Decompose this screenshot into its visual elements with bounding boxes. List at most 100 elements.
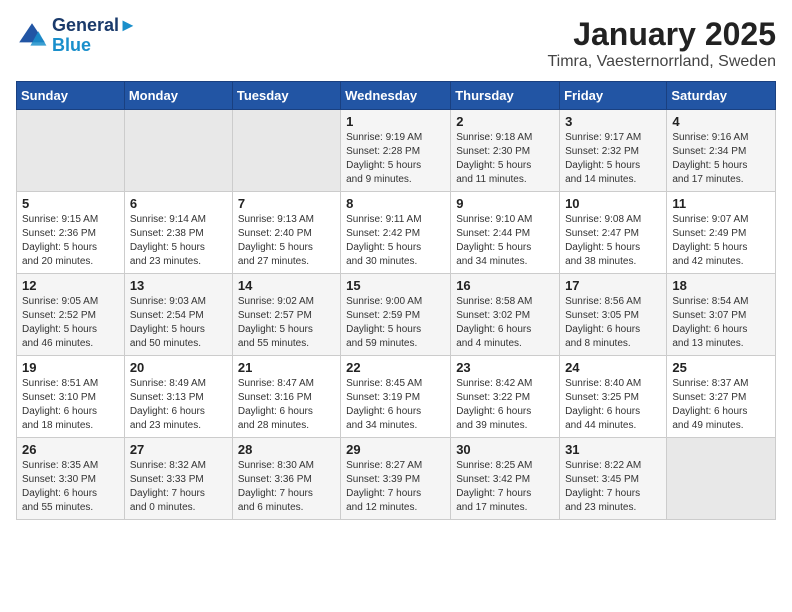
day-info: Sunrise: 8:56 AM Sunset: 3:05 PM Dayligh… <box>565 295 661 351</box>
day-number: 16 <box>456 278 554 293</box>
day-number: 13 <box>130 278 227 293</box>
day-info: Sunrise: 8:49 AM Sunset: 3:13 PM Dayligh… <box>130 377 227 433</box>
calendar-cell: 31 Sunrise: 8:22 AM Sunset: 3:45 PM Dayli… <box>560 438 667 520</box>
day-info: Sunrise: 9:03 AM Sunset: 2:54 PM Dayligh… <box>130 295 227 351</box>
day-number: 28 <box>238 442 335 457</box>
weekday-header: Saturday <box>667 82 776 110</box>
day-number: 10 <box>565 196 661 211</box>
calendar-table: SundayMondayTuesdayWednesdayThursdayFrid… <box>16 81 776 520</box>
day-number: 26 <box>22 442 119 457</box>
day-number: 2 <box>456 114 554 129</box>
day-info: Sunrise: 8:47 AM Sunset: 3:16 PM Dayligh… <box>238 377 335 433</box>
calendar-cell: 9 Sunrise: 9:10 AM Sunset: 2:44 PM Daylig… <box>451 192 560 274</box>
calendar-cell: 12Sunrise: 9:05 AM Sunset: 2:52 PM Dayli… <box>17 274 125 356</box>
logo: General► Blue <box>16 16 137 56</box>
calendar-week-row: 19 Sunrise: 8:51 AM Sunset: 3:10 PM Dayli… <box>17 356 776 438</box>
calendar-body: 1Sunrise: 9:19 AM Sunset: 2:28 PM Daylig… <box>17 110 776 520</box>
calendar-cell: 20 Sunrise: 8:49 AM Sunset: 3:13 PM Dayli… <box>124 356 232 438</box>
calendar-cell: 15 Sunrise: 9:00 AM Sunset: 2:59 PM Dayli… <box>341 274 451 356</box>
logo-icon <box>16 20 48 52</box>
weekday-header: Friday <box>560 82 667 110</box>
day-number: 21 <box>238 360 335 375</box>
calendar-week-row: 5 Sunrise: 9:15 AM Sunset: 2:36 PM Daylig… <box>17 192 776 274</box>
day-info: Sunrise: 8:25 AM Sunset: 3:42 PM Dayligh… <box>456 459 554 515</box>
day-number: 24 <box>565 360 661 375</box>
day-number: 27 <box>130 442 227 457</box>
day-number: 29 <box>346 442 445 457</box>
weekday-header: Tuesday <box>232 82 340 110</box>
page-title: January 2025 <box>547 16 776 53</box>
day-info: Sunrise: 8:32 AM Sunset: 3:33 PM Dayligh… <box>130 459 227 515</box>
day-info: Sunrise: 9:11 AM Sunset: 2:42 PM Dayligh… <box>346 213 445 269</box>
calendar-cell <box>667 438 776 520</box>
day-info: Sunrise: 8:45 AM Sunset: 3:19 PM Dayligh… <box>346 377 445 433</box>
calendar-cell: 1Sunrise: 9:19 AM Sunset: 2:28 PM Daylig… <box>341 110 451 192</box>
calendar-cell: 21 Sunrise: 8:47 AM Sunset: 3:16 PM Dayli… <box>232 356 340 438</box>
day-number: 20 <box>130 360 227 375</box>
day-info: Sunrise: 9:10 AM Sunset: 2:44 PM Dayligh… <box>456 213 554 269</box>
calendar-cell: 22 Sunrise: 8:45 AM Sunset: 3:19 PM Dayli… <box>341 356 451 438</box>
page-subtitle: Timra, Vaesternorrland, Sweden <box>547 53 776 71</box>
calendar-header-row: SundayMondayTuesdayWednesdayThursdayFrid… <box>17 82 776 110</box>
calendar-week-row: 26 Sunrise: 8:35 AM Sunset: 3:30 PM Dayli… <box>17 438 776 520</box>
day-info: Sunrise: 9:08 AM Sunset: 2:47 PM Dayligh… <box>565 213 661 269</box>
day-number: 11 <box>672 196 770 211</box>
calendar-cell: 10 Sunrise: 9:08 AM Sunset: 2:47 PM Dayli… <box>560 192 667 274</box>
calendar-cell: 29 Sunrise: 8:27 AM Sunset: 3:39 PM Dayli… <box>341 438 451 520</box>
day-info: Sunrise: 9:13 AM Sunset: 2:40 PM Dayligh… <box>238 213 335 269</box>
day-number: 7 <box>238 196 335 211</box>
day-number: 14 <box>238 278 335 293</box>
calendar-cell: 27 Sunrise: 8:32 AM Sunset: 3:33 PM Dayli… <box>124 438 232 520</box>
day-info: Sunrise: 9:00 AM Sunset: 2:59 PM Dayligh… <box>346 295 445 351</box>
day-number: 9 <box>456 196 554 211</box>
day-number: 5 <box>22 196 119 211</box>
day-info: Sunrise: 8:42 AM Sunset: 3:22 PM Dayligh… <box>456 377 554 433</box>
calendar-cell: 28 Sunrise: 8:30 AM Sunset: 3:36 PM Dayli… <box>232 438 340 520</box>
day-info: Sunrise: 9:15 AM Sunset: 2:36 PM Dayligh… <box>22 213 119 269</box>
title-block: January 2025 Timra, Vaesternorrland, Swe… <box>547 16 776 71</box>
day-number: 15 <box>346 278 445 293</box>
page-header: General► Blue January 2025 Timra, Vaeste… <box>16 16 776 71</box>
calendar-cell: 14 Sunrise: 9:02 AM Sunset: 2:57 PM Dayli… <box>232 274 340 356</box>
calendar-cell: 13 Sunrise: 9:03 AM Sunset: 2:54 PM Dayli… <box>124 274 232 356</box>
day-info: Sunrise: 8:58 AM Sunset: 3:02 PM Dayligh… <box>456 295 554 351</box>
day-info: Sunrise: 8:35 AM Sunset: 3:30 PM Dayligh… <box>22 459 119 515</box>
calendar-cell: 23 Sunrise: 8:42 AM Sunset: 3:22 PM Dayli… <box>451 356 560 438</box>
day-info: Sunrise: 8:27 AM Sunset: 3:39 PM Dayligh… <box>346 459 445 515</box>
calendar-cell: 26 Sunrise: 8:35 AM Sunset: 3:30 PM Dayli… <box>17 438 125 520</box>
calendar-cell: 7 Sunrise: 9:13 AM Sunset: 2:40 PM Daylig… <box>232 192 340 274</box>
day-info: Sunrise: 9:07 AM Sunset: 2:49 PM Dayligh… <box>672 213 770 269</box>
calendar-cell: 8Sunrise: 9:11 AM Sunset: 2:42 PM Daylig… <box>341 192 451 274</box>
calendar-cell: 5 Sunrise: 9:15 AM Sunset: 2:36 PM Daylig… <box>17 192 125 274</box>
day-info: Sunrise: 8:40 AM Sunset: 3:25 PM Dayligh… <box>565 377 661 433</box>
logo-text: General► Blue <box>52 16 137 56</box>
day-number: 18 <box>672 278 770 293</box>
day-number: 12 <box>22 278 119 293</box>
calendar-cell <box>124 110 232 192</box>
day-info: Sunrise: 8:30 AM Sunset: 3:36 PM Dayligh… <box>238 459 335 515</box>
weekday-header: Sunday <box>17 82 125 110</box>
day-info: Sunrise: 9:18 AM Sunset: 2:30 PM Dayligh… <box>456 131 554 187</box>
day-info: Sunrise: 8:54 AM Sunset: 3:07 PM Dayligh… <box>672 295 770 351</box>
day-info: Sunrise: 8:51 AM Sunset: 3:10 PM Dayligh… <box>22 377 119 433</box>
day-number: 23 <box>456 360 554 375</box>
day-number: 19 <box>22 360 119 375</box>
weekday-header: Monday <box>124 82 232 110</box>
day-number: 22 <box>346 360 445 375</box>
calendar-cell: 30 Sunrise: 8:25 AM Sunset: 3:42 PM Dayli… <box>451 438 560 520</box>
day-number: 31 <box>565 442 661 457</box>
day-number: 17 <box>565 278 661 293</box>
day-number: 3 <box>565 114 661 129</box>
day-info: Sunrise: 9:14 AM Sunset: 2:38 PM Dayligh… <box>130 213 227 269</box>
day-number: 4 <box>672 114 770 129</box>
day-info: Sunrise: 9:02 AM Sunset: 2:57 PM Dayligh… <box>238 295 335 351</box>
calendar-cell <box>17 110 125 192</box>
day-number: 6 <box>130 196 227 211</box>
calendar-cell: 11 Sunrise: 9:07 AM Sunset: 2:49 PM Dayli… <box>667 192 776 274</box>
day-number: 30 <box>456 442 554 457</box>
day-info: Sunrise: 8:22 AM Sunset: 3:45 PM Dayligh… <box>565 459 661 515</box>
calendar-cell: 17 Sunrise: 8:56 AM Sunset: 3:05 PM Dayli… <box>560 274 667 356</box>
calendar-cell: 6 Sunrise: 9:14 AM Sunset: 2:38 PM Daylig… <box>124 192 232 274</box>
calendar-cell: 3Sunrise: 9:17 AM Sunset: 2:32 PM Daylig… <box>560 110 667 192</box>
weekday-header: Thursday <box>451 82 560 110</box>
